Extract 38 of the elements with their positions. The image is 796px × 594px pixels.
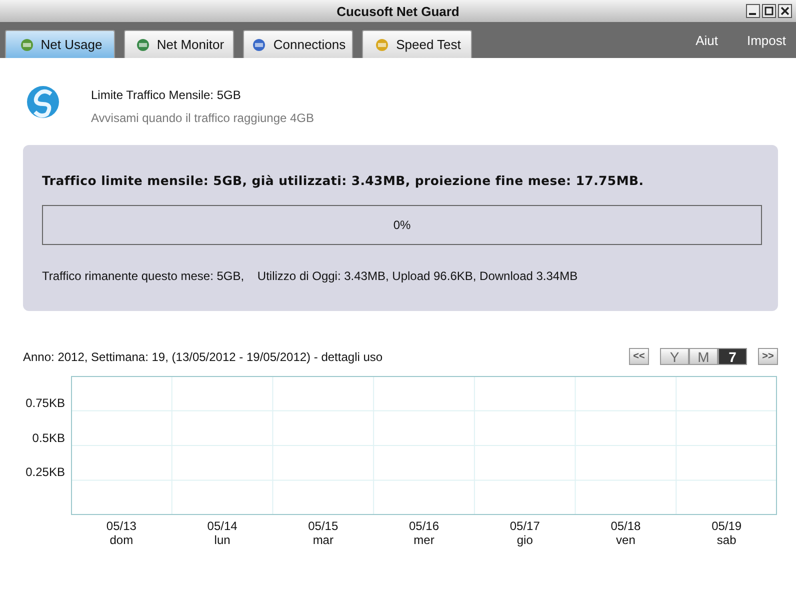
x-axis-day: ven (616, 533, 636, 547)
x-axis-date: 05/13 (106, 519, 136, 533)
tab[interactable]: Connections (243, 30, 353, 58)
tab[interactable]: Speed Test (362, 30, 472, 58)
close-icon[interactable] (778, 4, 792, 18)
x-axis-day: mer (414, 533, 434, 547)
y-axis-label: 0.5KB (32, 430, 65, 444)
x-axis-day: dom (110, 533, 134, 547)
alert-text: Avvisami quando il traffico raggiunge 4GB (91, 111, 314, 125)
menu-link[interactable]: Impost (746, 32, 786, 48)
period-toggle[interactable]: 7 (718, 348, 747, 365)
x-axis-day: sab (716, 533, 736, 547)
x-axis-day: gio (516, 533, 533, 547)
usage-percent: 0% (393, 218, 411, 232)
x-axis-date: 05/14 (207, 519, 238, 533)
chart-caption: Anno: 2012, Settimana: 19, (13/05/2012 - 19/05/2012) - dettagli uso (23, 350, 383, 364)
previous-button[interactable]: << (629, 348, 649, 365)
x-axis-date: 05/19 (712, 519, 742, 533)
x-axis-date: 05/18 (610, 519, 641, 533)
menu-link[interactable]: Aiut (696, 32, 718, 48)
tab[interactable]: Net Monitor (124, 30, 234, 58)
usage-headline: Traffico limite mensile: 5GB, già utilizzati: 3.43MB, proiezione fine mese: 17.75MB. (42, 173, 645, 188)
next-button[interactable]: >> (758, 348, 778, 365)
period-toggle[interactable]: Y (660, 348, 689, 365)
usage-details: Traffico rimanente questo mese: 5GB, Utilizzo di Oggi: 3.43MB, Upload 96.6KB, Download 3.34MB (42, 269, 579, 283)
period-toggle[interactable]: M (689, 348, 718, 365)
x-axis-date: 05/16 (408, 519, 440, 533)
tab[interactable]: Net Usage (5, 30, 115, 58)
y-axis-label: 0.75KB (26, 396, 65, 410)
maximize-icon[interactable] (762, 4, 776, 18)
y-axis-label: 0.25KB (26, 465, 65, 480)
limit-text: Limite Traffico Mensile: 5GB (91, 88, 242, 102)
x-axis-day: lun (214, 533, 230, 547)
x-axis-day: mar (312, 533, 334, 547)
window-title: Cucusoft Net Guard (336, 4, 460, 18)
x-axis-date: 05/15 (308, 519, 338, 533)
x-axis-date: 05/17 (510, 519, 540, 533)
minimize-icon[interactable] (746, 4, 760, 18)
